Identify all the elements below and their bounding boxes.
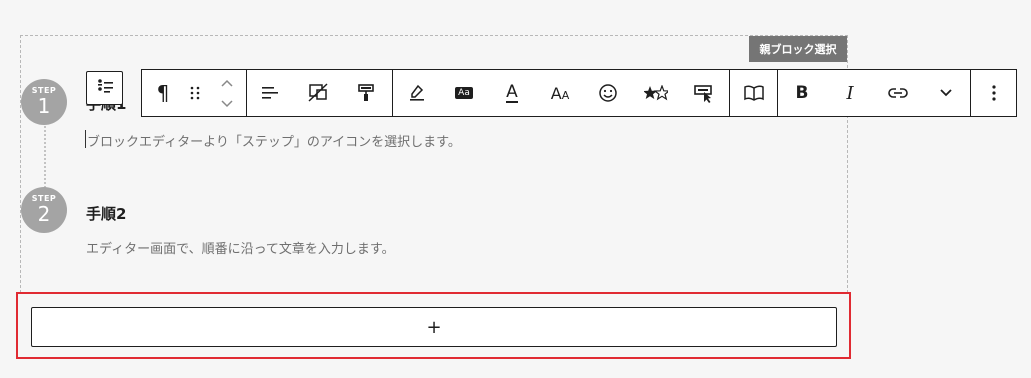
- toolbar-divider: [246, 70, 247, 116]
- text-color-icon: A: [506, 81, 518, 103]
- highlighter-pen-icon: [407, 83, 427, 103]
- step-badge-2: STEP 2: [21, 187, 67, 233]
- emoji-button[interactable]: [588, 70, 628, 116]
- toolbar-divider: [392, 70, 393, 116]
- italic-icon: I: [846, 82, 854, 104]
- step-badge-number: 2: [37, 202, 51, 226]
- toolbar-divider: [729, 70, 730, 116]
- align-button[interactable]: [250, 70, 290, 116]
- link-icon: [888, 87, 908, 99]
- drag-handle[interactable]: [180, 70, 210, 116]
- paragraph-icon: ¶: [156, 81, 170, 105]
- step-description-2[interactable]: エディター画面で、順番に沿って文章を入力します。: [86, 238, 395, 257]
- more-rich-text-button[interactable]: [926, 70, 966, 116]
- select-parent-block-button[interactable]: 親ブロック選択: [749, 36, 847, 62]
- bold-icon: B: [795, 83, 809, 103]
- step-connector-line: [44, 126, 46, 188]
- chevron-up-icon: [220, 78, 234, 88]
- move-down-button[interactable]: [212, 93, 242, 114]
- button-insert-button[interactable]: [684, 70, 724, 116]
- font-size-icon: AA: [551, 84, 569, 103]
- add-block-button[interactable]: +: [31, 307, 837, 347]
- toolbar-divider: [970, 70, 971, 116]
- paragraph-block-button[interactable]: ¶: [142, 70, 184, 116]
- text-cursor: [85, 130, 86, 148]
- book-open-icon: [743, 84, 765, 102]
- text-color-button[interactable]: A: [492, 70, 532, 116]
- font-size-small-glyph: A: [561, 88, 570, 102]
- step-title-2[interactable]: 手順2: [86, 203, 126, 224]
- block-toolbar: ¶ Aa A AA B I: [141, 69, 1017, 117]
- step-badge-1: STEP 1: [21, 79, 67, 125]
- step-badge-number: 1: [37, 94, 51, 118]
- device-hide-icon: [307, 83, 329, 103]
- block-style-button[interactable]: [346, 70, 386, 116]
- bold-button[interactable]: B: [782, 70, 822, 116]
- drag-handle-icon: [189, 85, 201, 101]
- text-background-button[interactable]: Aa: [444, 70, 484, 116]
- block-type-button[interactable]: [86, 71, 123, 105]
- step-description-1[interactable]: ブロックエディターより「ステップ」のアイコンを選択します。: [87, 131, 461, 150]
- paint-roller-icon: [356, 83, 376, 103]
- align-left-icon: [260, 85, 280, 101]
- ruby-button[interactable]: [734, 70, 774, 116]
- cursor-click-icon: [693, 83, 715, 103]
- more-vertical-icon: [991, 84, 997, 102]
- visibility-button[interactable]: [298, 70, 338, 116]
- smiley-icon: [598, 83, 618, 103]
- plus-icon: +: [426, 316, 442, 338]
- font-size-large-glyph: A: [550, 83, 562, 103]
- list-bullets-icon: [95, 76, 115, 100]
- chevron-down-icon: [220, 99, 234, 109]
- star-rating-icon: [644, 85, 668, 101]
- options-button[interactable]: [974, 70, 1014, 116]
- toolbar-divider: [777, 70, 778, 116]
- link-button[interactable]: [878, 70, 918, 116]
- marker-button[interactable]: [397, 70, 437, 116]
- move-up-button[interactable]: [212, 72, 242, 93]
- chevron-down-icon: [939, 88, 953, 98]
- rating-button[interactable]: [636, 70, 676, 116]
- highlight-text-icon: Aa: [455, 87, 473, 99]
- font-size-button[interactable]: AA: [540, 70, 580, 116]
- italic-button[interactable]: I: [830, 70, 870, 116]
